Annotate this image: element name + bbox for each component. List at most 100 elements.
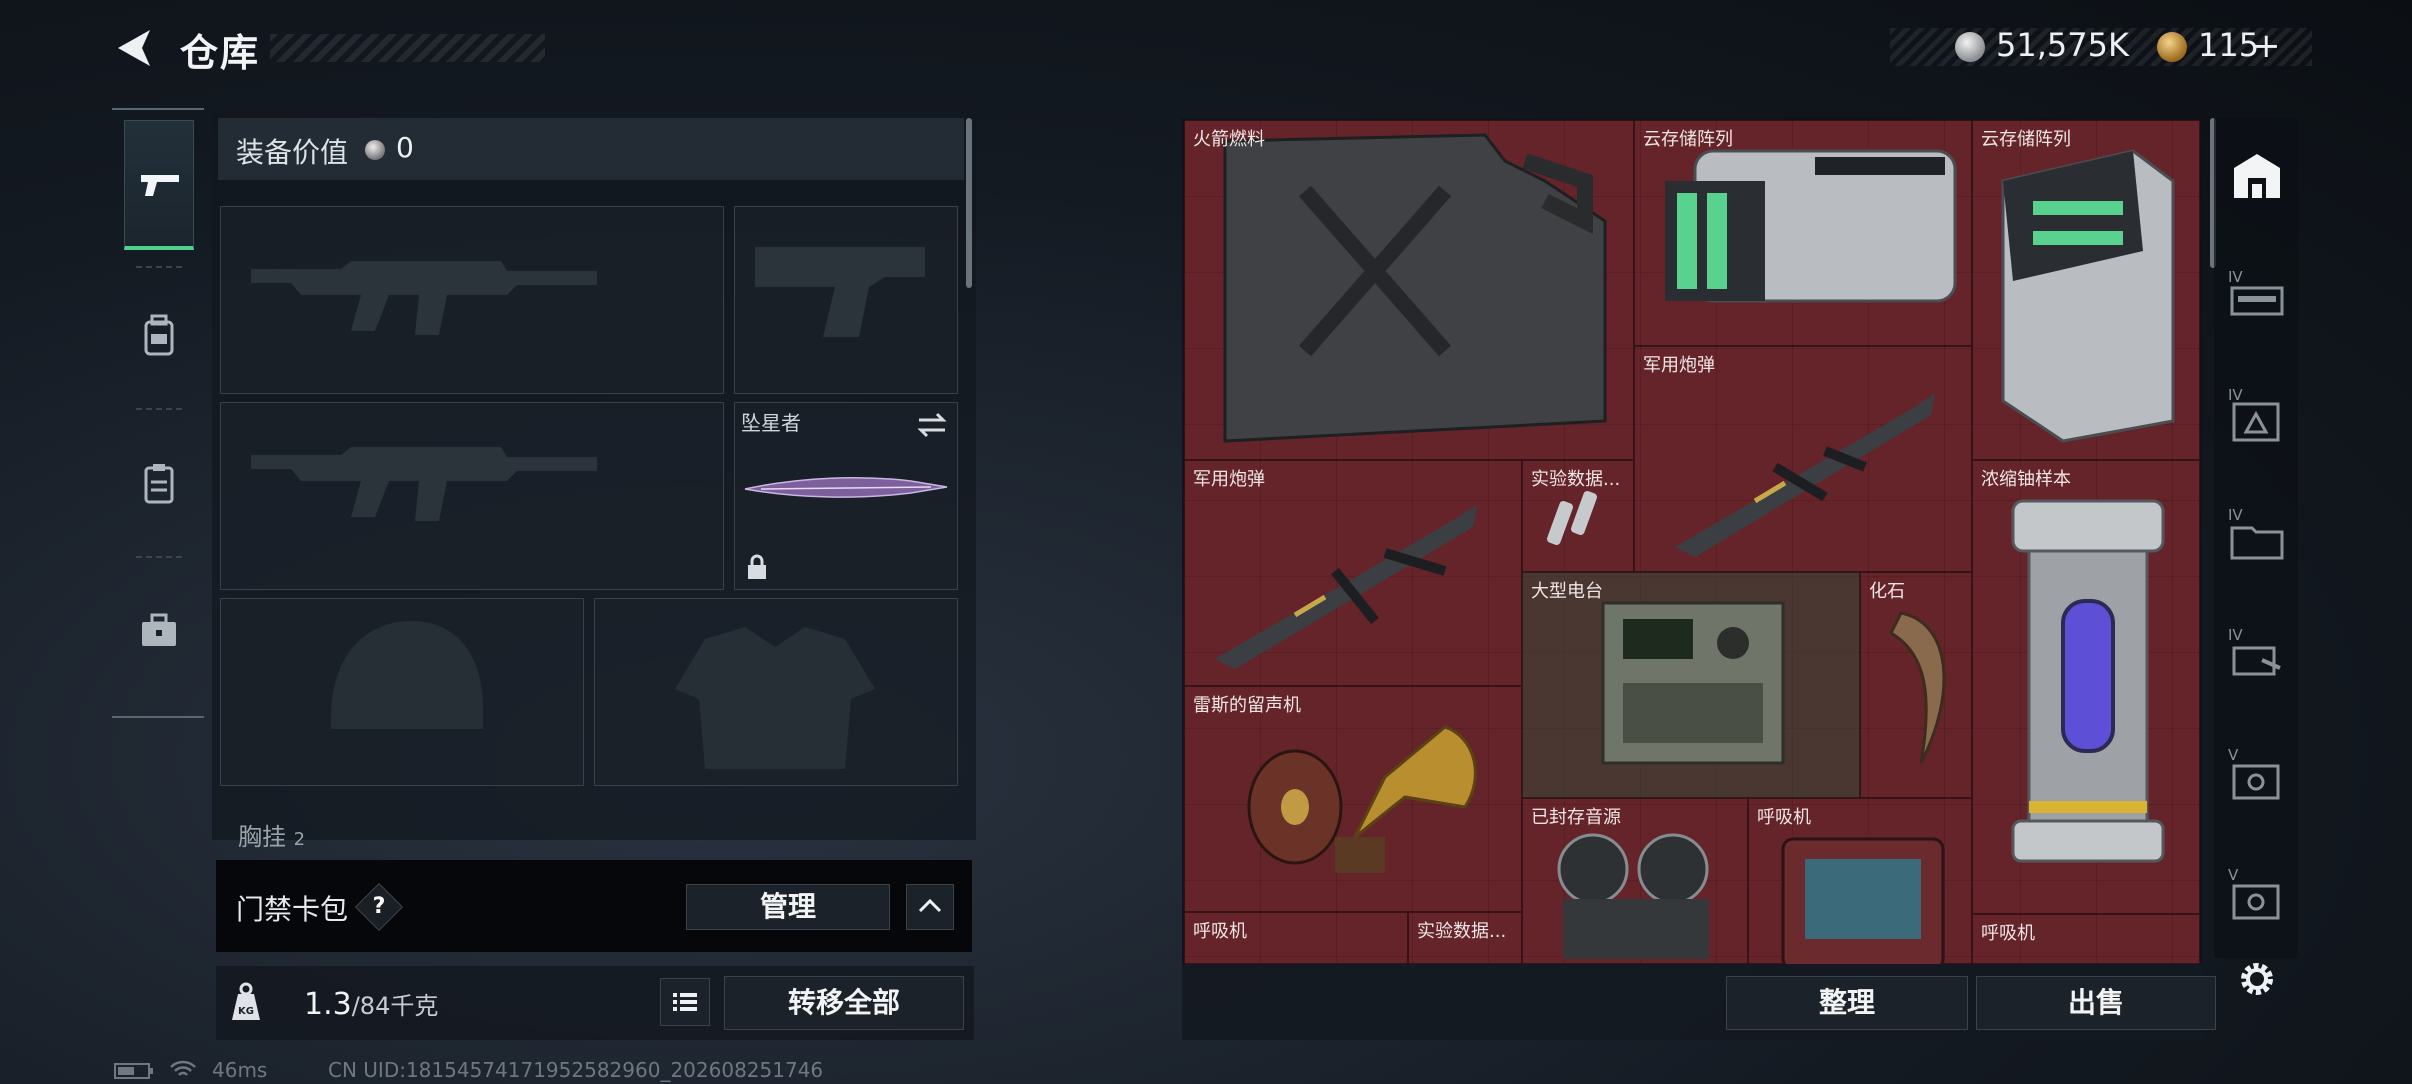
item-military-shell[interactable]: 军用炮弹 xyxy=(1184,460,1522,686)
item-ventilator[interactable]: 呼吸机 xyxy=(1972,914,2200,964)
item-cloud-storage-array[interactable]: 云存储阵列 xyxy=(1634,120,1972,346)
item-uranium-sample[interactable]: 浓缩铀样本 xyxy=(1972,460,2200,914)
safe-icon: V xyxy=(2228,746,2280,800)
sidearm-slot[interactable] xyxy=(734,206,958,394)
storage-grid[interactable]: 火箭燃料 云存储阵列 云存储阵列 军用炮弹 军用炮弹 实验数据... 浓缩铀样本… xyxy=(1184,120,2200,964)
chevron-up-icon xyxy=(918,898,942,913)
item-cloud-storage-tower[interactable]: 云存储阵列 xyxy=(1972,120,2200,460)
tab-toolbox[interactable] xyxy=(124,570,194,700)
item-label: 浓缩铀样本 xyxy=(1981,469,2071,490)
add-currency-button[interactable]: + xyxy=(2252,26,2281,66)
item-label: 军用炮弹 xyxy=(1643,355,1715,376)
tab-storage-iv-1[interactable]: IV xyxy=(2222,262,2292,332)
tab-weapons[interactable] xyxy=(124,120,194,250)
knife-icon xyxy=(744,476,948,498)
collapse-button[interactable] xyxy=(906,884,954,930)
item-label: 实验数据... xyxy=(1417,921,1507,942)
tab-backpack[interactable] xyxy=(124,272,194,402)
weight-icon: KG xyxy=(232,982,260,1020)
item-label: 实验数据... xyxy=(1531,469,1621,490)
rail-divider xyxy=(136,408,182,410)
fossil-claw-icon xyxy=(1889,611,1946,764)
tab-clipboard[interactable] xyxy=(124,420,194,550)
uid-readout: CN UID:181545741719525829​60_20260825174… xyxy=(328,1058,824,1082)
equipment-value-label: 装备价值 xyxy=(236,136,349,169)
backpack-icon xyxy=(144,314,174,356)
manage-button[interactable]: 管理 xyxy=(686,884,890,930)
sell-button[interactable]: 出售 xyxy=(1976,976,2216,1030)
equipment-value: 0 xyxy=(396,131,414,164)
pistol-silhouette-icon xyxy=(755,247,925,337)
helmet-silhouette-icon xyxy=(331,621,483,729)
help-icon[interactable]: ? xyxy=(362,890,396,924)
item-label: 云存储阵列 xyxy=(1981,129,2071,150)
chest-rig-label: 胸挂 2 xyxy=(238,823,306,851)
uranium-canister-icon xyxy=(2011,499,2165,863)
item-sealed-audio[interactable]: 已封存音源 xyxy=(1522,798,1748,964)
item-rocket-fuel[interactable]: 火箭燃料 xyxy=(1184,120,1634,460)
helmet-slot[interactable] xyxy=(220,598,584,786)
tab-storage-iv-4[interactable]: IV xyxy=(2222,620,2292,690)
gear-icon[interactable] xyxy=(2236,958,2278,1000)
page-title: 仓库 xyxy=(180,31,261,75)
gold-currency-value: 115 xyxy=(2198,26,2260,64)
svg-text:KG: KG xyxy=(238,1006,254,1017)
tab-storage-iv-2[interactable]: IV xyxy=(2222,380,2292,450)
transfer-all-button[interactable]: 转移全部 xyxy=(724,976,964,1030)
item-label: 呼吸机 xyxy=(1193,921,1247,942)
rifle-silhouette-icon xyxy=(251,261,597,335)
item-gramophone[interactable]: 雷斯的留声机 xyxy=(1184,686,1522,912)
rifle-silhouette-icon xyxy=(251,447,597,521)
item-fossil[interactable]: 化石 xyxy=(1860,572,1972,798)
battery-icon xyxy=(114,1063,153,1079)
rifle-case-icon: IV xyxy=(2228,268,2284,316)
swap-icon[interactable] xyxy=(915,411,949,439)
item-military-shell[interactable]: 军用炮弹 xyxy=(1634,346,1972,572)
list-icon xyxy=(673,993,697,1011)
ping-readout: 46ms xyxy=(212,1058,268,1082)
fuel-can-icon xyxy=(1223,133,1607,443)
svg-text:IV: IV xyxy=(2228,626,2243,644)
item-large-radio[interactable]: 大型电台 xyxy=(1522,572,1860,798)
item-ventilator[interactable]: 呼吸机 xyxy=(1748,798,1972,964)
server-array-icon xyxy=(1665,149,1957,303)
svg-text:V: V xyxy=(2228,746,2239,764)
item-experiment-data[interactable]: 实验数据... xyxy=(1408,912,1522,964)
item-experiment-data[interactable]: 实验数据... xyxy=(1522,460,1634,572)
silver-currency-value: 51,575K xyxy=(1996,26,2129,64)
clipboard-icon xyxy=(144,464,174,504)
item-label: 大型电台 xyxy=(1531,581,1603,602)
primary-weapon-slot-1[interactable] xyxy=(220,206,724,394)
storage-home-icon xyxy=(2234,154,2280,198)
access-card-label: 门禁卡包 xyxy=(236,893,349,926)
lock-icon xyxy=(748,554,766,579)
tab-storage-v-2[interactable]: V xyxy=(2222,860,2292,930)
armor-slot[interactable] xyxy=(594,598,958,786)
tab-storage-main[interactable] xyxy=(2222,144,2292,214)
item-label: 雷斯的留声机 xyxy=(1193,695,1301,716)
item-label: 火箭燃料 xyxy=(1193,129,1265,150)
item-label: 已封存音源 xyxy=(1531,807,1621,828)
tab-storage-v-1[interactable]: V xyxy=(2222,740,2292,810)
svg-text:IV: IV xyxy=(2228,506,2243,524)
back-arrow-icon[interactable] xyxy=(112,26,156,70)
triangle-box-icon: IV xyxy=(2228,386,2280,442)
primary-weapon-slot-2[interactable] xyxy=(220,402,724,590)
item-ventilator[interactable]: 呼吸机 xyxy=(1184,912,1408,964)
folder-icon: IV xyxy=(2228,506,2284,560)
wifi-icon xyxy=(170,1060,196,1076)
melee-slot[interactable]: 坠星者 xyxy=(734,402,958,590)
list-view-button[interactable] xyxy=(660,978,710,1026)
silver-coin-icon xyxy=(1955,32,1985,62)
item-label: 呼吸机 xyxy=(1757,807,1811,828)
item-label: 军用炮弹 xyxy=(1193,469,1265,490)
equipment-scrollbar[interactable] xyxy=(966,118,972,288)
tab-storage-iv-3[interactable]: IV xyxy=(2222,500,2292,570)
weight-value: 1.3/84千克 xyxy=(304,987,439,1022)
item-label: 化石 xyxy=(1869,581,1905,602)
title-decoration xyxy=(270,34,545,62)
server-tower-icon xyxy=(2001,149,2175,443)
sort-button[interactable]: 整理 xyxy=(1726,976,1968,1030)
svg-text:V: V xyxy=(2228,866,2239,884)
missile-icon xyxy=(1215,505,1477,669)
